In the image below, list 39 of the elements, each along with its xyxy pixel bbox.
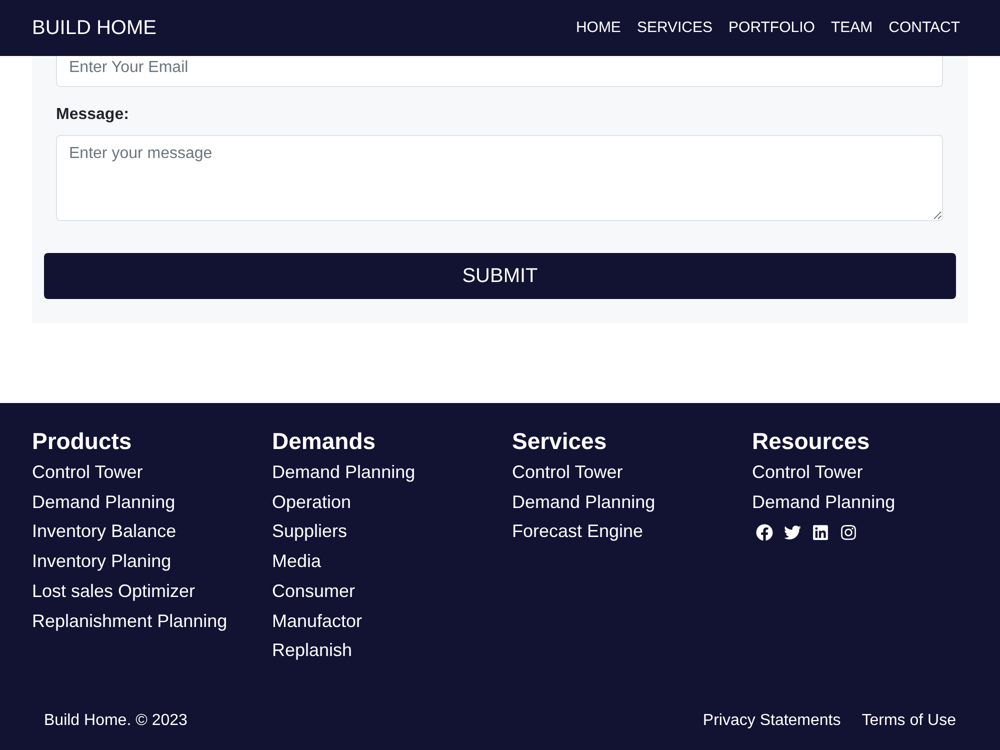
nav-link[interactable]: PORTFOLIO — [728, 18, 815, 38]
legal-link[interactable]: Privacy Statements — [702, 708, 841, 733]
email-input[interactable]: Enter Your Email — [56, 56, 943, 87]
brand-logo[interactable]: BUILD HOME — [32, 16, 156, 40]
footer-link[interactable]: Operation — [272, 488, 352, 518]
facebook-icon[interactable] — [756, 524, 773, 541]
nav-link[interactable]: CONTACT — [888, 18, 960, 38]
twitter-icon[interactable] — [784, 524, 801, 541]
nav-link[interactable]: TEAM — [830, 18, 873, 38]
footer-link[interactable]: Suppliers — [272, 517, 348, 548]
footer-link[interactable]: Control Tower — [32, 458, 143, 488]
submit-button[interactable]: SUBMIT — [44, 253, 956, 299]
message-textarea[interactable]: Enter your message — [56, 135, 943, 221]
message-label: Message: — [56, 105, 129, 125]
footer-link[interactable]: Control Tower — [512, 458, 623, 488]
footer-heading: Demands — [272, 428, 376, 454]
footer-link[interactable]: Demand Planning — [272, 458, 416, 488]
footer-link[interactable]: Lost sales Optimizer — [32, 576, 196, 607]
copyright-text: Build Home. © 2023 — [44, 710, 188, 731]
legal-link[interactable]: Terms of Use — [862, 708, 956, 733]
footer-link[interactable]: Control Tower — [752, 458, 863, 488]
footer-heading: Products — [32, 428, 132, 454]
footer-link[interactable]: Manufactor — [272, 606, 362, 636]
footer-link[interactable]: Forecast Engine — [512, 517, 644, 548]
footer-link[interactable]: Demand Planning — [752, 488, 896, 518]
footer-link[interactable]: Consumer — [272, 576, 356, 607]
linkedin-icon[interactable] — [812, 524, 829, 541]
footer-link[interactable]: Demand Planning — [32, 488, 176, 518]
footer-link[interactable]: Media — [272, 547, 322, 577]
footer-link[interactable]: Inventory Balance — [32, 517, 176, 548]
footer-link[interactable]: Inventory Planing — [32, 547, 172, 577]
footer-link[interactable]: Demand Planning — [512, 488, 656, 518]
footer-link[interactable]: Replanish — [272, 636, 352, 666]
footer-heading: Services — [512, 428, 607, 454]
instagram-icon[interactable] — [840, 524, 857, 541]
footer-heading: Resources — [752, 428, 870, 454]
nav-link[interactable]: SERVICES — [636, 18, 713, 38]
nav-link[interactable]: HOME — [576, 18, 621, 38]
footer-link[interactable]: Replanishment Planning — [32, 606, 228, 636]
